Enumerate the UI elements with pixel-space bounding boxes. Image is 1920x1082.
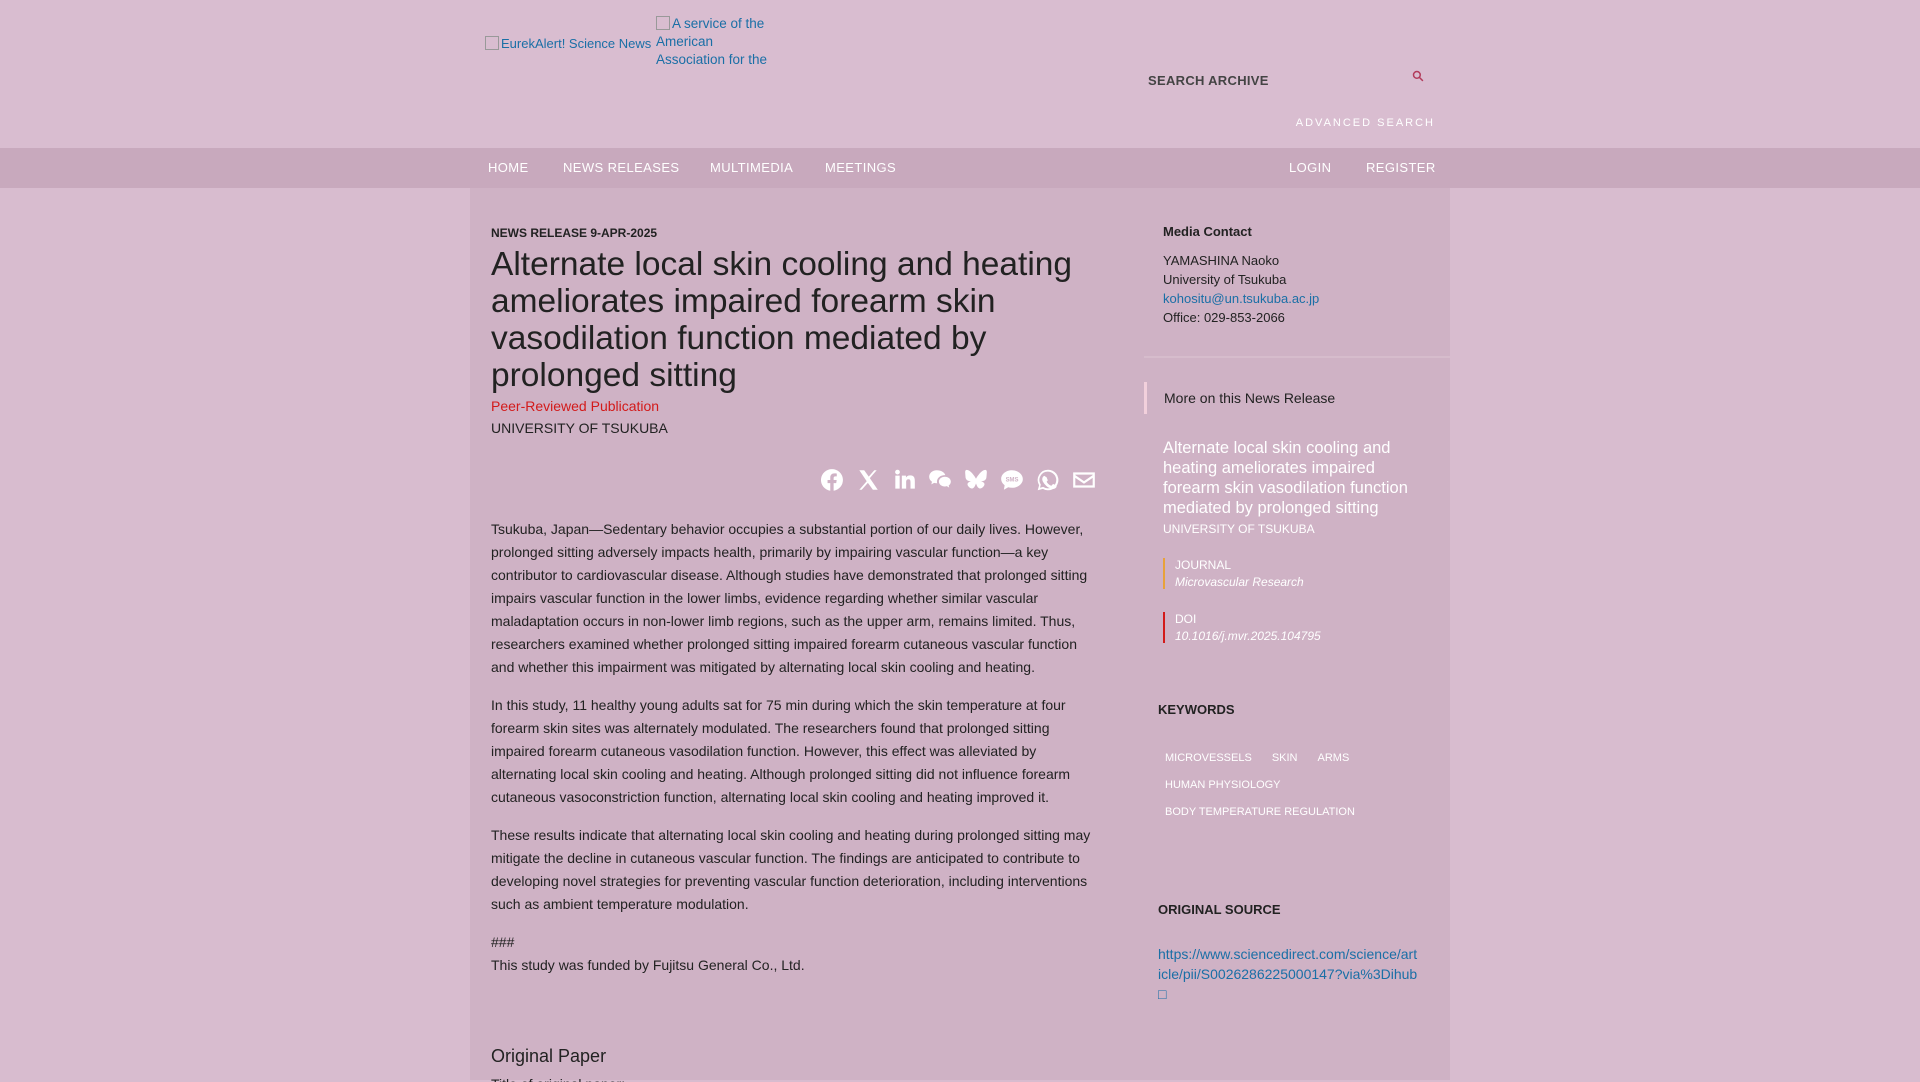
- article-title: Alternate local skin cooling and heating…: [491, 246, 1073, 394]
- broken-image-icon: [485, 36, 499, 50]
- more-on-release-header: More on this News Release: [1144, 382, 1453, 414]
- doi-value[interactable]: 10.1016/j.mvr.2025.104795: [1175, 629, 1445, 643]
- sms-share-icon[interactable]: SMS: [999, 467, 1027, 495]
- related-release-title[interactable]: Alternate local skin cooling and heating…: [1163, 438, 1433, 518]
- linkedin-share-icon[interactable]: [891, 467, 919, 495]
- search-input[interactable]: [1148, 66, 1408, 94]
- media-contact-title: Media Contact: [1163, 224, 1252, 239]
- eurekalert-logo-link[interactable]: EurekAlert! Science News: [485, 36, 651, 51]
- keywords-row: MICROVESSELS SKIN ARMS: [1158, 748, 1362, 766]
- original-source-heading: ORIGINAL SOURCE: [1158, 902, 1281, 917]
- logo-alt-text: EurekAlert! Science News: [501, 36, 652, 51]
- site-header: EurekAlert! Science News A service of th…: [0, 0, 1920, 148]
- search-box: [1148, 66, 1434, 94]
- keywords-row: BODY TEMPERATURE REGULATION: [1158, 802, 1368, 820]
- keyword-tag[interactable]: MICROVESSELS: [1158, 750, 1259, 766]
- facebook-share-icon[interactable]: [819, 467, 847, 495]
- contact-org: University of Tsukuba: [1163, 272, 1287, 287]
- peer-reviewed-label: Peer-Reviewed Publication: [491, 398, 660, 414]
- journal-value: Microvascular Research: [1175, 575, 1304, 589]
- contact-name: YAMASHINA Naoko: [1163, 253, 1280, 268]
- body-paragraph: These results indicate that alternating …: [491, 827, 1091, 912]
- bluesky-share-icon[interactable]: [963, 467, 991, 495]
- email-share-icon[interactable]: [1071, 467, 1099, 495]
- nav-multimedia[interactable]: MULTIMEDIA: [710, 148, 793, 188]
- original-paper-heading: Original Paper: [491, 1046, 607, 1066]
- article-institution: UNIVERSITY OF TSUKUBA: [491, 420, 668, 436]
- nav-home[interactable]: HOME: [488, 148, 529, 188]
- wechat-share-icon[interactable]: [927, 467, 955, 495]
- aaas-alt-text: A service of the American Association fo…: [656, 16, 768, 67]
- release-date: NEWS RELEASE 9-APR-2025: [491, 226, 658, 240]
- original-paper-subtitle: Title of original paper:: [491, 1076, 625, 1082]
- broken-image-icon: [656, 16, 670, 30]
- search-icon[interactable]: [1412, 70, 1426, 84]
- contact-office: Office: 029-853-2066: [1163, 310, 1285, 325]
- keyword-tag[interactable]: BODY TEMPERATURE REGULATION: [1158, 804, 1362, 820]
- advanced-search-link[interactable]: ADVANCED SEARCH: [1296, 117, 1435, 129]
- keywords-heading: KEYWORDS: [1158, 702, 1235, 717]
- original-source-link[interactable]: https://www.sciencedirect.com/science/ar…: [1158, 944, 1420, 1004]
- media-contact: Media Contact YAMASHINA Naoko University…: [1163, 222, 1433, 327]
- sidebar-divider: [1144, 356, 1450, 358]
- doi-label: DOI: [1175, 612, 1197, 626]
- related-release-institution: UNIVERSITY OF TSUKUBA: [1163, 522, 1315, 536]
- journal-label: JOURNAL: [1175, 558, 1232, 572]
- nav-login[interactable]: LOGIN: [1289, 148, 1331, 188]
- section-separator: ###: [491, 934, 515, 950]
- aaas-logo-link[interactable]: A service of the American Association fo…: [656, 15, 768, 71]
- doi-block: DOI 10.1016/j.mvr.2025.104795: [1163, 612, 1445, 643]
- main-nav: HOME NEWS RELEASES MULTIMEDIA MEETINGS L…: [0, 148, 1920, 188]
- whatsapp-share-icon[interactable]: [1035, 467, 1063, 495]
- body-paragraph: In this study, 11 healthy young adults s…: [491, 697, 1071, 805]
- x-share-icon[interactable]: [855, 467, 883, 495]
- contact-email-link[interactable]: kohositu@un.tsukuba.ac.jp: [1163, 291, 1319, 306]
- article-body: Tsukuba, Japan—Sedentary behavior occupi…: [491, 518, 1097, 977]
- nav-meetings[interactable]: MEETINGS: [825, 148, 896, 188]
- nav-register[interactable]: REGISTER: [1366, 148, 1436, 188]
- funding-statement: This study was funded by Fujitsu General…: [491, 957, 805, 973]
- keyword-tag[interactable]: ARMS: [1311, 750, 1357, 766]
- svg-text:SMS: SMS: [1006, 477, 1019, 483]
- article: NEWS RELEASE 9-APR-2025 Alternate local …: [491, 220, 1097, 1082]
- keyword-tag[interactable]: HUMAN PHYSIOLOGY: [1158, 777, 1288, 793]
- more-on-release-label: More on this News Release: [1164, 390, 1336, 406]
- body-paragraph: Tsukuba, Japan—Sedentary behavior occupi…: [491, 521, 1088, 675]
- related-release[interactable]: Alternate local skin cooling and heating…: [1163, 438, 1433, 536]
- journal-block: JOURNAL Microvascular Research: [1163, 558, 1445, 589]
- keywords-row: HUMAN PHYSIOLOGY: [1158, 775, 1294, 793]
- keyword-tag[interactable]: SKIN: [1265, 750, 1305, 766]
- nav-news-releases[interactable]: NEWS RELEASES: [563, 148, 679, 188]
